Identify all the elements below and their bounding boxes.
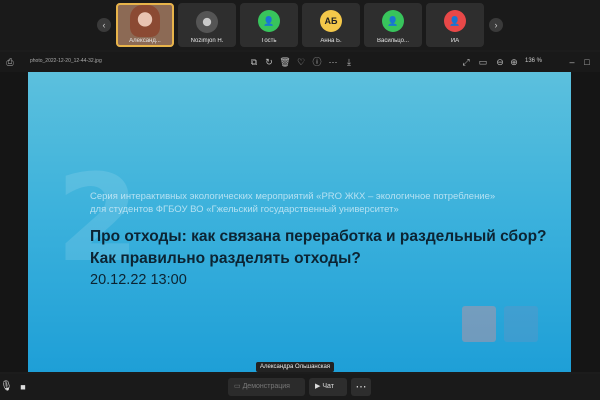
participant-photo [196,11,218,33]
participant-tile[interactable]: Nozimjon H. [178,3,236,47]
zoom-in-icon[interactable]: ⊕ [508,56,520,68]
speaker-label: Александра Ольшанская [256,362,335,372]
slide-title: Про отходы: как связана переработка и ра… [90,226,547,270]
strip-prev-button[interactable]: ‹ [97,18,111,32]
participant-name: Nozimjon H. [190,38,224,44]
minimize-icon[interactable]: – [566,56,578,68]
participant-strip: ‹ Александ... Nozimjon H. 👤 Гость АБ Анна Б. 👤… [0,0,600,50]
camera-icon: ■ [20,382,26,392]
crop-icon[interactable]: ⧉ [248,56,260,68]
participant-tile[interactable]: Александ... [116,3,174,47]
download-icon[interactable]: ⤓ [343,56,355,68]
slide-image: 2 Серия интерактивных экологических меро… [28,72,571,372]
zoom-out-icon[interactable]: ⊖ [494,56,506,68]
more-button[interactable]: ⋯ [351,378,371,396]
avatar: АБ [320,10,342,32]
participant-tiles: Александ... Nozimjon H. 👤 Гость АБ Анна Б. 👤 Ва… [116,3,484,47]
viewer-filename: photo_2022-12-20_12-44-32.jpg [30,58,102,64]
participant-name: Гость [261,38,277,44]
participant-tile[interactable]: 👤 Гость [240,3,298,47]
fit-icon[interactable]: ▭ [477,56,489,68]
participant-name: ИА [450,38,460,44]
user-icon: 👤 [258,10,280,32]
slide-series: Серия интерактивных экологических меропр… [90,190,495,216]
zoom-level: 136 % [525,58,543,64]
camera-button[interactable]: ■ [17,378,29,396]
control-bar: 🎙 ■ ▭ Демонстрация ▶ Чат ⋯ [0,374,600,400]
participant-photo [130,5,160,37]
strip-next-button[interactable]: › [489,18,503,32]
participant-tile[interactable]: АБ Анна Б. [302,3,360,47]
participant-tile[interactable]: 👤 Васильцо... [364,3,422,47]
series-line-2: для студентов ФГБОУ ВО «Гжельский госуда… [90,204,399,215]
mic-icon: 🎙 [0,381,13,392]
slide-date: 20.12.22 13:00 [90,272,187,288]
mic-button[interactable]: 🎙 [0,378,13,396]
conference-window: ‹ Александ... Nozimjon H. 👤 Гость АБ Анна Б. 👤… [0,0,600,400]
participant-name: Александ... [129,38,161,44]
rotate-icon[interactable]: ↻ [263,56,275,68]
user-icon: 👤 [444,10,466,32]
screen-share-button[interactable]: ▭ Демонстрация [228,378,305,396]
recycle-bin-icon [462,306,496,342]
participant-tile[interactable]: 👤 ИА [426,3,484,47]
share-icon[interactable]: ⋯ [327,56,339,68]
title-line-2: Как правильно разделять отходы? [90,250,361,267]
chat-button[interactable]: ▶ Чат [309,378,347,396]
info-icon[interactable]: ⓘ [311,56,323,68]
participant-name: Анна Б. [320,38,342,44]
fullscreen-icon[interactable]: ⤢ [460,56,472,68]
user-icon: 👤 [382,10,404,32]
delete-icon[interactable]: 🗑 [279,56,291,68]
series-line-1: Серия интерактивных экологических меропр… [90,191,496,202]
screen-share-icon: ▭ [234,383,243,390]
save-icon[interactable]: ⎙ [4,56,16,68]
title-line-1: Про отходы: как связана переработка и ра… [90,228,547,245]
heart-icon[interactable]: ♡ [295,56,307,68]
recycle-bin-icon [504,306,538,342]
participant-name: Васильцо... [376,38,410,44]
image-viewer: ⎙ photo_2022-12-20_12-44-32.jpg ⧉ ↻ 🗑 ♡ … [0,52,600,372]
viewer-toolbar: ⎙ photo_2022-12-20_12-44-32.jpg ⧉ ↻ 🗑 ♡ … [0,52,600,72]
close-icon[interactable]: □ [581,56,593,68]
